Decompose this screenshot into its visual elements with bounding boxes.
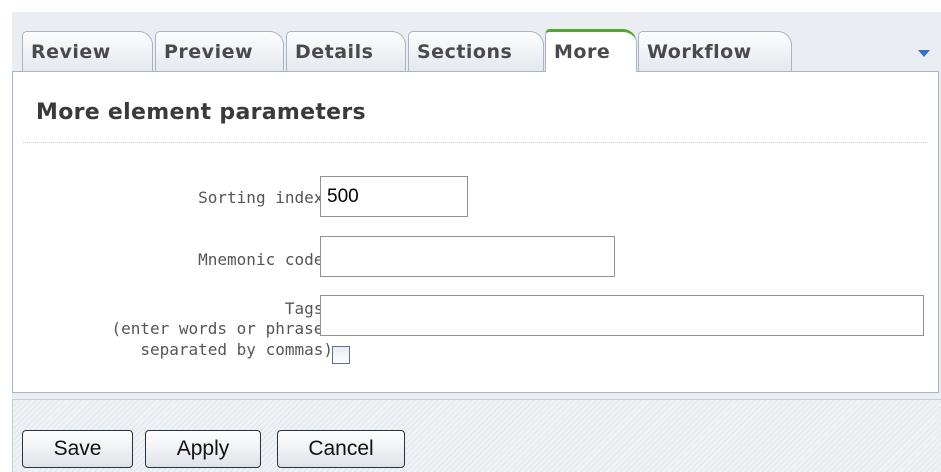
- sorting-index-input[interactable]: [320, 176, 468, 217]
- panel-title: More element parameters: [36, 100, 366, 125]
- tab-workflow[interactable]: Workflow: [638, 31, 792, 71]
- tags-hint-line2: separated by commas): [140, 340, 333, 359]
- tab-more[interactable]: More: [545, 29, 637, 72]
- divider: [23, 142, 928, 143]
- tags-hint-line1: (enter words or phrases: [111, 319, 333, 338]
- cancel-button[interactable]: Cancel: [277, 430, 405, 468]
- element-editor: Review Preview Details Sections More Wor…: [12, 12, 941, 472]
- action-bar: Save Apply Cancel: [12, 399, 941, 472]
- tab-review[interactable]: Review: [22, 31, 153, 71]
- tab-strip: Review Preview Details Sections More Wor…: [12, 12, 941, 72]
- tab-sections[interactable]: Sections: [408, 31, 544, 71]
- tags-checkbox[interactable]: [332, 346, 350, 364]
- tags-input[interactable]: [320, 295, 924, 336]
- tab-details[interactable]: Details: [286, 31, 406, 71]
- chevron-down-icon[interactable]: [918, 50, 930, 57]
- more-parameters-panel: More element parameters Sorting index: M…: [12, 71, 939, 393]
- mnemonic-code-label: Mnemonic code:: [198, 250, 333, 269]
- mnemonic-code-input[interactable]: [320, 236, 615, 277]
- tab-preview[interactable]: Preview: [155, 31, 284, 71]
- sorting-index-label: Sorting index:: [198, 188, 333, 207]
- apply-button[interactable]: Apply: [145, 430, 261, 468]
- save-button[interactable]: Save: [22, 430, 133, 468]
